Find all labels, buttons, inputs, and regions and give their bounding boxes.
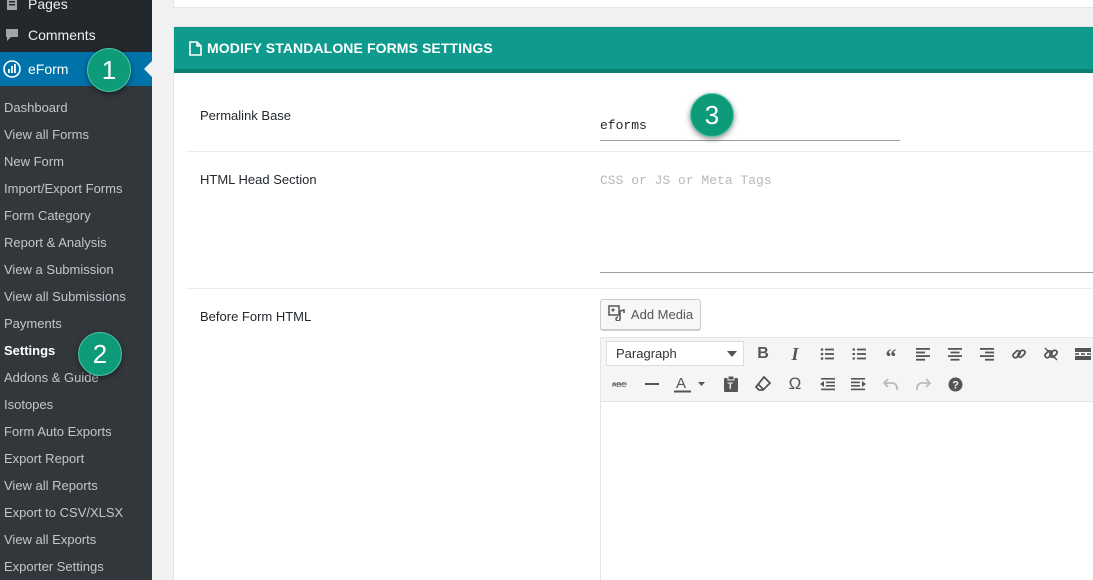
bold-button[interactable]: B <box>749 341 777 367</box>
panel-title: MODIFY STANDALONE FORMS SETTINGS <box>207 40 493 56</box>
add-media-button[interactable]: Add Media <box>600 299 701 330</box>
submenu-item-view-all-forms[interactable]: View all Forms <box>4 121 89 148</box>
text-color-button[interactable]: A <box>670 371 710 397</box>
bold-icon: B <box>757 345 769 362</box>
submenu-item-exporter-settings[interactable]: Exporter Settings <box>4 553 104 580</box>
bullet-list-button[interactable] <box>813 341 841 367</box>
horizontal-line-button[interactable] <box>638 371 666 397</box>
svg-text:ABC: ABC <box>612 382 626 389</box>
submenu-item-new-form[interactable]: New Form <box>4 148 64 175</box>
outdent-button[interactable] <box>813 371 841 397</box>
submenu-item-settings[interactable]: Settings <box>4 337 55 364</box>
link-button[interactable] <box>1005 341 1033 367</box>
outdent-icon <box>820 378 835 391</box>
format-select-value: Paragraph <box>616 346 677 361</box>
strikethrough-icon: ABC <box>612 382 627 389</box>
html-head-section-textarea[interactable] <box>600 173 1093 273</box>
eform-logo-icon <box>2 60 22 78</box>
step-badge-3: 3 <box>690 93 734 137</box>
submenu-item-payments[interactable]: Payments <box>4 310 62 337</box>
submenu-item-isotopes[interactable]: Isotopes <box>4 391 53 418</box>
submenu-item-form-auto-exports[interactable]: Form Auto Exports <box>4 418 112 445</box>
blockquote-icon: “ <box>885 344 897 369</box>
sidebar-item-comments[interactable]: Comments <box>0 18 152 52</box>
special-character-icon: Ω <box>788 374 802 393</box>
read-more-button[interactable] <box>1069 341 1093 367</box>
admin-sidebar: Pages Comments eForm Dashboard View all … <box>0 0 152 580</box>
submenu-item-form-category[interactable]: Form Category <box>4 202 91 229</box>
horizontal-line-icon <box>645 383 659 385</box>
italic-icon: I <box>791 343 799 364</box>
paste-text-icon: T <box>724 376 738 392</box>
before-form-html-label: Before Form HTML <box>200 309 312 324</box>
align-right-button[interactable] <box>973 341 1001 367</box>
chevron-down-icon <box>727 351 737 357</box>
align-left-icon <box>916 348 930 361</box>
align-left-button[interactable] <box>909 341 937 367</box>
paste-text-button[interactable]: T <box>717 371 745 397</box>
undo-button[interactable] <box>877 371 905 397</box>
svg-text:A: A <box>676 375 686 392</box>
submenu-item-report-analysis[interactable]: Report & Analysis <box>4 229 107 256</box>
editor-toolbar: Paragraph B I “ ABC A T Ω ? <box>601 338 1093 402</box>
strikethrough-button[interactable]: ABC <box>606 371 634 397</box>
submenu-item-dashboard[interactable]: Dashboard <box>4 94 68 121</box>
add-media-label: Add Media <box>630 307 694 322</box>
sidebar-item-label: Pages <box>28 0 68 12</box>
unlink-icon <box>1044 347 1058 361</box>
submenu-item-view-all-exports[interactable]: View all Exports <box>4 526 96 553</box>
align-center-button[interactable] <box>941 341 969 367</box>
pages-icon <box>2 0 22 11</box>
format-select[interactable]: Paragraph <box>606 341 744 366</box>
eform-submenu: Dashboard View all Forms New Form Import… <box>0 86 152 580</box>
blockquote-button[interactable]: “ <box>877 341 905 369</box>
undo-icon <box>883 378 898 390</box>
clear-formatting-button[interactable] <box>749 371 777 397</box>
divider <box>186 151 1093 152</box>
sidebar-item-label: Comments <box>28 27 96 43</box>
unlink-button[interactable] <box>1037 341 1065 367</box>
editor-content-area[interactable] <box>601 402 1093 580</box>
svg-text:?: ? <box>952 379 959 391</box>
redo-icon <box>916 378 931 390</box>
previous-panel-edge <box>173 0 1093 8</box>
help-button[interactable]: ? <box>941 371 969 397</box>
permalink-base-label: Permalink Base <box>200 108 292 123</box>
add-media-icon <box>608 305 626 324</box>
align-right-icon <box>980 348 994 361</box>
numbered-list-button[interactable] <box>845 341 873 367</box>
svg-text:T: T <box>728 381 734 391</box>
redo-button[interactable] <box>909 371 937 397</box>
sidebar-item-label: eForm <box>28 61 69 77</box>
numbered-list-icon <box>852 348 866 360</box>
comments-icon <box>2 27 22 43</box>
italic-button[interactable]: I <box>781 341 809 367</box>
indent-icon <box>851 378 866 391</box>
rich-text-editor: Paragraph B I “ ABC A T Ω ? <box>600 337 1093 580</box>
bullet-list-icon <box>820 348 834 360</box>
align-center-icon <box>948 348 962 361</box>
standalone-settings-panel: MODIFY STANDALONE FORMS SETTINGS Permali… <box>173 26 1093 580</box>
submenu-item-import-export-forms[interactable]: Import/Export Forms <box>4 175 122 202</box>
panel-header: MODIFY STANDALONE FORMS SETTINGS <box>174 27 1093 73</box>
submenu-item-view-all-reports[interactable]: View all Reports <box>4 472 98 499</box>
current-menu-arrow <box>144 61 152 77</box>
document-icon <box>189 40 202 56</box>
link-icon <box>1012 349 1026 359</box>
submenu-item-view-a-submission[interactable]: View a Submission <box>4 256 114 283</box>
read-more-icon <box>1075 348 1091 360</box>
special-character-button[interactable]: Ω <box>781 371 809 397</box>
clear-formatting-icon <box>755 376 771 391</box>
permalink-base-input[interactable] <box>600 111 900 141</box>
html-head-section-label: HTML Head Section <box>200 172 317 187</box>
submenu-item-export-csv-xlsx[interactable]: Export to CSV/XLSX <box>4 499 123 526</box>
step-badge-2: 2 <box>78 332 122 376</box>
divider <box>186 288 1093 289</box>
indent-button[interactable] <box>845 371 873 397</box>
help-icon: ? <box>948 377 962 391</box>
step-badge-1: 1 <box>87 48 131 92</box>
text-color-icon: A <box>674 375 705 393</box>
submenu-item-export-report[interactable]: Export Report <box>4 445 84 472</box>
submenu-item-view-all-submissions[interactable]: View all Submissions <box>4 283 126 310</box>
